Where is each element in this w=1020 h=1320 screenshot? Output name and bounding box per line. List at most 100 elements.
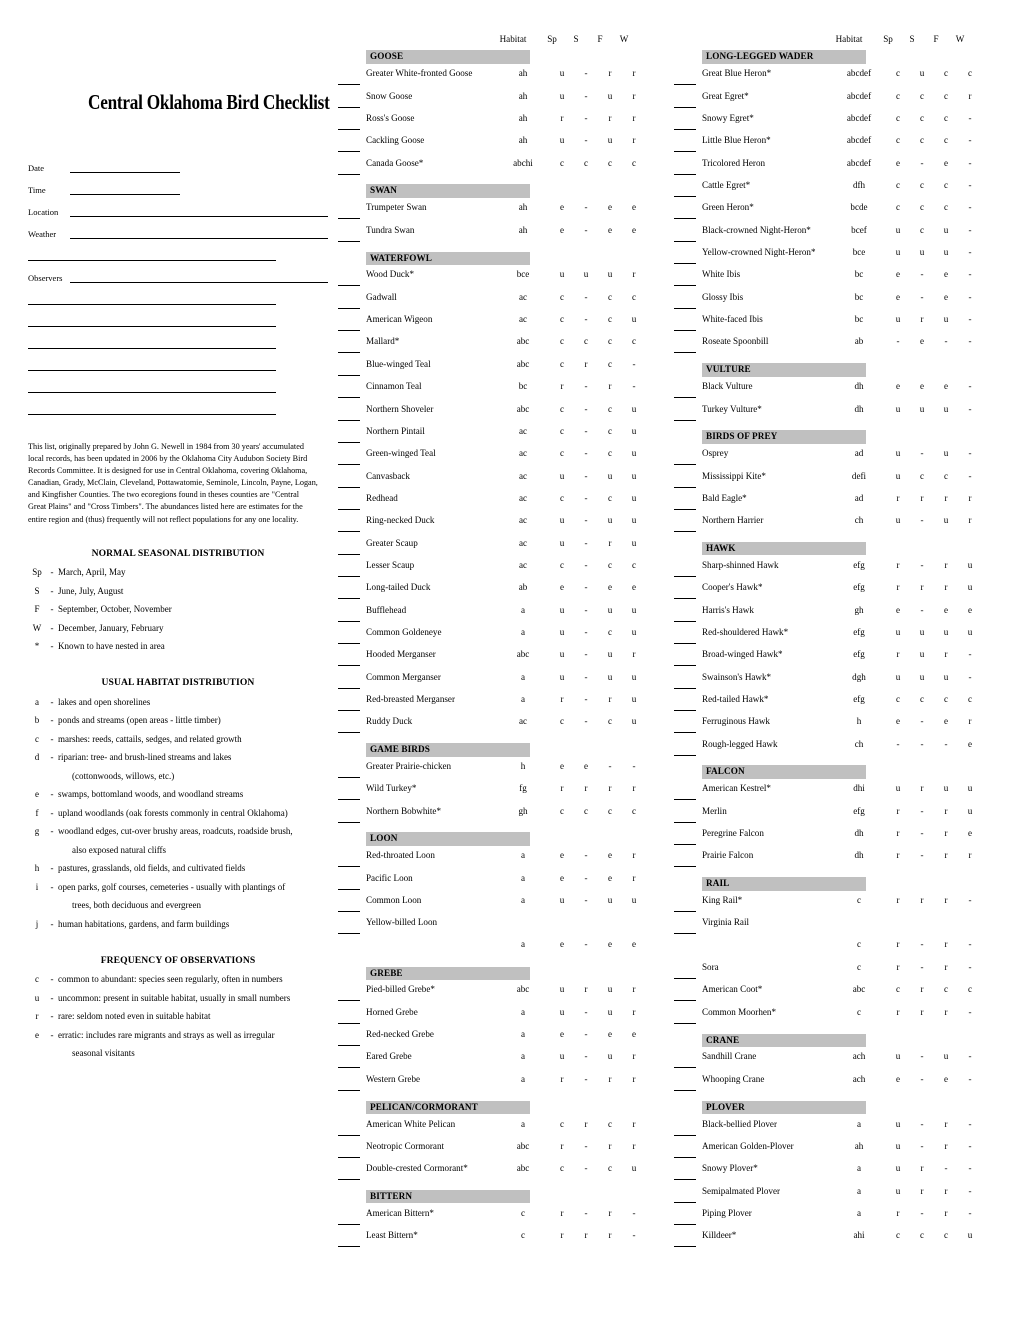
frequency-item: r - rare: seldom noted even in suitable ha… [28,1012,328,1021]
species-winter: e [967,828,973,839]
species-row: Tricolored Heron abcdef e - e - [672,158,1004,180]
species-winter: - [968,269,972,280]
species-summer: r [920,492,924,503]
weather-input[interactable] [70,228,328,239]
species-spring: u [559,68,565,79]
species-row: White-faced Ibis bc u r u - [672,314,1004,336]
species-name: Canada Goose* [366,157,424,168]
species-habitat: abcdef [846,113,872,124]
species-spring: r [896,492,900,503]
habitat-key: e [35,789,39,800]
species-winter: - [968,671,972,682]
species-values: ae-ee [496,939,646,949]
observers-input[interactable] [70,272,328,283]
frequency-dash: - [50,1011,54,1022]
species-name: Prairie Falcon [702,850,754,861]
species-summer: - [584,470,588,481]
time-input[interactable] [70,184,180,195]
species-name: Red-shouldered Hawk* [702,626,789,637]
species-row: Red-tailed Hawk* efg c c c c [672,694,1004,716]
observers-line-4[interactable] [28,348,276,349]
species-summer: u [919,649,925,660]
habitat-key: a [35,696,39,707]
species-summer: - [584,939,588,950]
species-spring: r [896,828,900,839]
species-spring: r [896,895,900,906]
species-fall: c [943,1230,949,1241]
species-row: Red-throated Loon a e - e r [336,850,668,872]
observers-line-2[interactable] [28,304,276,305]
seasonal-text: March, April, May [58,567,126,578]
species-spring: u [895,1118,901,1129]
group-header-wrap: BIRDS OF PREY [672,426,1004,448]
w-header: W [955,34,965,44]
observers-line-3[interactable] [28,326,276,327]
species-name: Northern Pintail [366,425,425,436]
habitat-item: h - pastures, grasslands, old fields, and … [28,864,328,873]
habitat-dash: - [50,715,54,726]
species-spring: r [896,1006,900,1017]
species-spring: u [559,537,565,548]
species-fall: u [607,515,613,526]
species-habitat: efg [853,805,865,816]
species-row: Pacific Loon a e - e r [336,873,668,895]
species-summer: r [584,984,588,995]
habitat-item: a - lakes and open shorelines [28,696,328,707]
column-header-middle: Habitat Sp S F W [336,24,668,46]
species-name: Blue-winged Teal [366,358,431,369]
species-fall: r [944,1207,948,1218]
species-spring: e [895,269,901,280]
sp-header: Sp [547,34,557,44]
species-winter: r [632,1140,636,1151]
species-row: Black-crowned Night-Heron* bcef u c u - [672,225,1004,247]
weather-continuation-line[interactable] [28,260,276,261]
species-row: Hooded Merganser abc u - u r [336,649,668,671]
seasonal-dash: - [50,585,54,596]
species-summer: - [584,872,588,883]
frequency-key: e [35,1029,39,1040]
species-spring: c [559,425,565,436]
species-fall: c [607,492,613,503]
observers-line-5[interactable] [28,370,276,371]
species-row: Horned Grebe a u - u r [336,1007,668,1029]
species-habitat: bce [516,269,530,280]
species-summer: - [920,559,924,570]
species-name: Common Merganser [366,671,441,682]
frequency-key: u [34,992,40,1003]
location-input[interactable] [70,206,328,217]
species-fall: c [607,448,613,459]
species-summer: - [584,291,588,302]
species-habitat: dgh [852,671,866,682]
frequency-item: u - uncommon: present in suitable habitat,… [28,992,328,1003]
species-spring: c [559,1118,565,1129]
species-spring: r [896,1207,900,1218]
species-habitat: abcdef [846,90,872,101]
species-row: American Kestrel* dhi u r u u [672,783,1004,805]
species-winter: u [631,716,637,727]
species-name: Bald Eagle* [702,492,747,503]
species-winter: u [631,693,637,704]
observers-line-7[interactable] [28,414,276,415]
frequency-dash [46,1049,58,1058]
seasonal-key: F [34,604,40,615]
observers-line-6[interactable] [28,392,276,393]
species-habitat: ab [518,582,528,593]
species-row: Ring-necked Duck ac u - u u [336,515,668,537]
species-spring: u [559,604,565,615]
species-summer: - [920,291,924,302]
species-fall: e [943,381,949,392]
species-fall: c [607,291,613,302]
species-fall: c [943,68,949,79]
species-row: Western Grebe a r - r r [336,1074,668,1096]
species-habitat: abc [516,403,530,414]
group-header-wrap: GREBE [336,962,668,984]
group-header-wrap: GAME BIRDS [336,739,668,761]
species-fall: u [943,515,949,526]
time-label: Time [28,185,46,195]
observers-label: Observers [28,273,63,283]
observers-field-row: Observers [28,272,328,283]
species-row: Snow Goose ah u - u r [336,91,668,113]
species-summer: c [919,113,925,124]
species-row: Northern Shoveler abc c - c u [336,404,668,426]
date-input[interactable] [70,162,180,173]
